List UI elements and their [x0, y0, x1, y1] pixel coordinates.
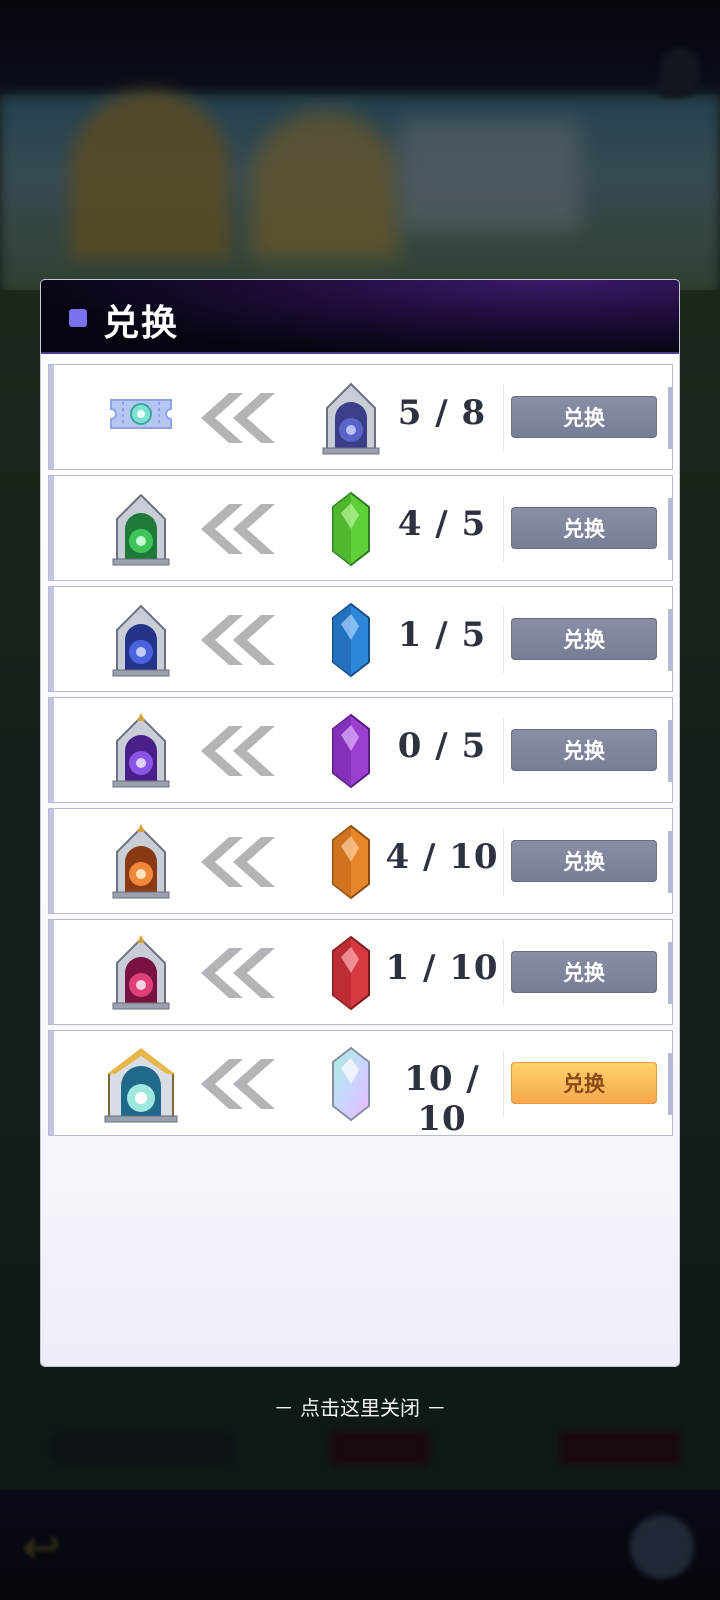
exchange-count: 1 / 10	[385, 948, 499, 988]
double-chevron-left-icon	[201, 615, 275, 665]
close-dialog-hint[interactable]: － 点击这里关闭 －	[0, 1392, 720, 1421]
golden-gate-icon	[104, 1048, 178, 1123]
exchange-row: 10 / 10 兑换	[48, 1030, 673, 1139]
exchange-button[interactable]: 兑换	[511, 729, 657, 771]
red-gate-icon	[112, 935, 170, 1010]
exchange-button[interactable]: 兑换	[511, 396, 657, 438]
exchange-button[interactable]: 兑换	[511, 840, 657, 882]
title-marker-icon	[69, 309, 87, 327]
double-chevron-left-icon	[201, 948, 275, 998]
exchange-count: 0 / 5	[397, 726, 487, 766]
exchange-button[interactable]: 兑换	[511, 1062, 657, 1104]
blue-gate-icon	[112, 604, 170, 677]
exchange-count: 4 / 5	[397, 504, 487, 544]
exchange-dialog: 兑换 5 / 8 兑换 4 / 5 兑换 1 / 5 兑换 0 / 5 兑换 4…	[41, 280, 679, 1366]
exchange-count: 5 / 8	[397, 393, 487, 433]
green-gate-icon	[112, 493, 170, 566]
exchange-row: 1 / 5 兑换	[48, 586, 673, 692]
exchange-row: 0 / 5 兑换	[48, 697, 673, 803]
exchange-row: 5 / 8 兑换	[48, 364, 673, 470]
exchange-button[interactable]: 兑换	[511, 507, 657, 549]
double-chevron-left-icon	[201, 504, 275, 554]
exchange-row: 4 / 5 兑换	[48, 475, 673, 581]
exchange-row: 1 / 10 兑换	[48, 919, 673, 1025]
double-chevron-left-icon	[201, 837, 275, 887]
exchange-count: 1 / 5	[397, 615, 487, 655]
dialog-header: 兑换	[41, 280, 679, 354]
ticket-icon	[110, 399, 172, 429]
exchange-button[interactable]: 兑换	[511, 618, 657, 660]
double-chevron-left-icon	[201, 726, 275, 776]
exchange-row: 4 / 10 兑换	[48, 808, 673, 914]
orange-gate-icon	[112, 824, 170, 899]
double-chevron-left-icon	[201, 1059, 275, 1109]
exchange-count: 4 / 10	[385, 837, 499, 877]
exchange-count: 10 / 10	[404, 1059, 480, 1139]
double-chevron-left-icon	[201, 393, 275, 443]
exchange-button[interactable]: 兑换	[511, 951, 657, 993]
dialog-title: 兑换	[103, 302, 180, 344]
purple-gate-icon	[112, 713, 170, 788]
